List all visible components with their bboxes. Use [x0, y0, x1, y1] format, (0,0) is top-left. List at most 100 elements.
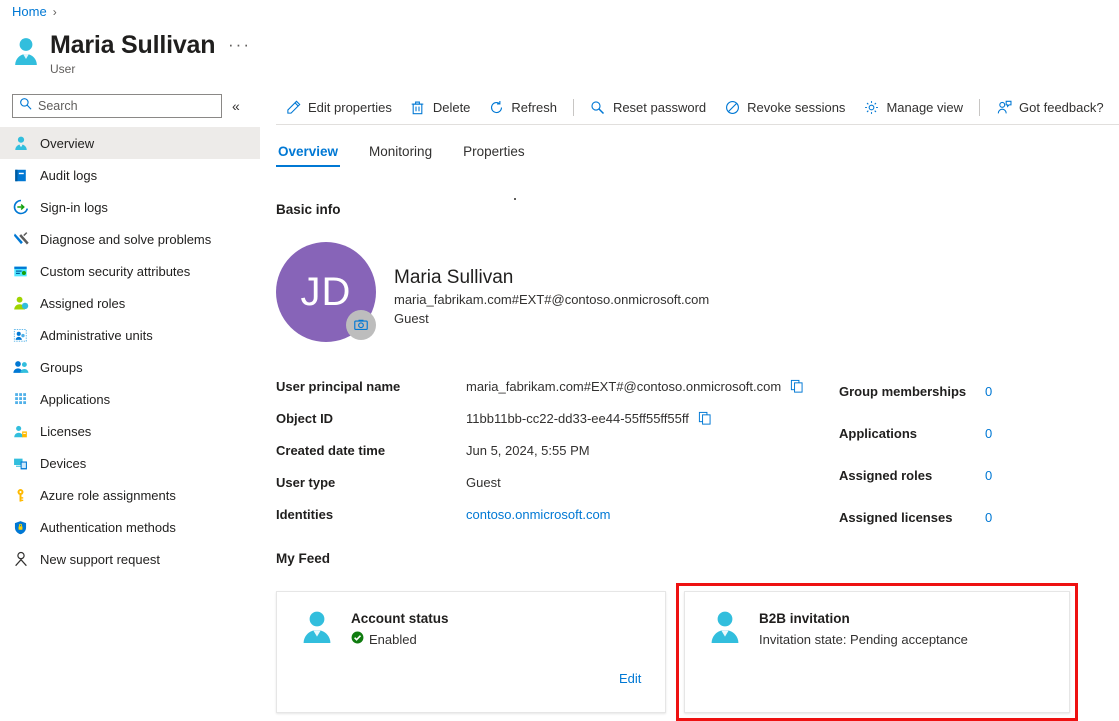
count-row: Applications 0: [839, 412, 992, 454]
property-label: Created date time: [276, 443, 466, 458]
copy-icon[interactable]: [698, 411, 712, 425]
reset-password-button[interactable]: Reset password: [581, 94, 715, 120]
command-label: Edit properties: [308, 100, 392, 115]
count-value[interactable]: 0: [985, 510, 992, 525]
command-separator: [573, 99, 574, 116]
applications-grid-icon: [12, 391, 29, 408]
person-icon: [707, 609, 743, 645]
page-title-block: Maria Sullivan User: [12, 30, 215, 77]
sidebar-item-overview[interactable]: Overview: [0, 127, 260, 159]
avatar: JD: [276, 242, 376, 342]
property-label: User type: [276, 475, 466, 490]
sidebar-item-custom-security-attributes[interactable]: Custom security attributes: [0, 255, 260, 287]
command-label: Delete: [433, 100, 471, 115]
related-counts: Group memberships 0 Applications 0 Assig…: [839, 370, 992, 538]
search-input[interactable]: [38, 99, 215, 113]
got-feedback-button[interactable]: Got feedback?: [987, 94, 1113, 120]
breadcrumb-separator-icon: ›: [53, 5, 57, 19]
command-label: Manage view: [886, 100, 963, 115]
sidebar-item-label: Custom security attributes: [40, 264, 190, 279]
sidebar-item-authentication-methods[interactable]: Authentication methods: [0, 511, 260, 543]
attributes-icon: [12, 263, 29, 280]
property-row: Created date time Jun 5, 2024, 5:55 PM: [276, 434, 804, 466]
command-label: Refresh: [511, 100, 557, 115]
edit-properties-button[interactable]: Edit properties: [276, 94, 401, 120]
card-status: Enabled: [351, 629, 449, 650]
copy-icon[interactable]: [790, 379, 804, 393]
sidebar-item-administrative-units[interactable]: Administrative units: [0, 319, 260, 351]
count-label: Group memberships: [839, 384, 985, 399]
edit-link[interactable]: Edit: [619, 671, 641, 686]
manage-view-button[interactable]: Manage view: [854, 94, 972, 120]
delete-button[interactable]: Delete: [401, 94, 480, 120]
refresh-icon: [488, 99, 504, 115]
property-value-text: 11bb11bb-cc22-dd33-ee44-55ff55ff55ff: [466, 411, 689, 426]
revoke-sessions-button[interactable]: Revoke sessions: [715, 94, 854, 120]
user-avatar-icon: [12, 36, 40, 66]
sidebar-item-new-support-request[interactable]: New support request: [0, 543, 260, 575]
card-status-text: Enabled: [369, 629, 417, 650]
user-icon: [12, 135, 29, 152]
property-row: User principal name maria_fabrikam.com#E…: [276, 370, 804, 402]
basic-info-properties: User principal name maria_fabrikam.com#E…: [276, 370, 804, 530]
decorative-dot: [514, 198, 516, 200]
sidebar-item-label: Overview: [40, 136, 94, 151]
search-box[interactable]: [12, 94, 222, 118]
sidebar-item-label: Diagnose and solve problems: [40, 232, 211, 247]
card-status: Invitation state: Pending acceptance: [759, 629, 968, 650]
sidebar-item-label: Sign-in logs: [40, 200, 108, 215]
property-row: Identities contoso.onmicrosoft.com: [276, 498, 804, 530]
count-value[interactable]: 0: [985, 426, 992, 441]
page-subtitle: User: [50, 61, 215, 77]
sidebar-item-label: Assigned roles: [40, 296, 125, 311]
sidebar-item-label: Devices: [40, 456, 86, 471]
b2b-invitation-card[interactable]: B2B invitation Invitation state: Pending…: [684, 591, 1070, 713]
sidebar-item-diagnose-and-solve-problems[interactable]: Diagnose and solve problems: [0, 223, 260, 255]
count-row: Assigned licenses 0: [839, 496, 992, 538]
count-label: Assigned roles: [839, 468, 985, 483]
tab-monitoring[interactable]: Monitoring: [367, 140, 434, 167]
sidebar-item-devices[interactable]: Devices: [0, 447, 260, 479]
property-label: Object ID: [276, 411, 466, 426]
pencil-icon: [285, 99, 301, 115]
camera-icon[interactable]: [346, 310, 376, 340]
sidebar-item-groups[interactable]: Groups: [0, 351, 260, 383]
sidebar-item-applications[interactable]: Applications: [0, 383, 260, 415]
assigned-roles-icon: [12, 295, 29, 312]
property-value-text: Guest: [466, 475, 501, 490]
identities-link[interactable]: contoso.onmicrosoft.com: [466, 507, 611, 522]
page-title: Maria Sullivan: [50, 30, 215, 60]
account-status-card[interactable]: Account status Enabled Edit: [276, 591, 666, 713]
breadcrumb-home[interactable]: Home: [12, 4, 47, 19]
refresh-button[interactable]: Refresh: [479, 94, 566, 120]
collapse-sidebar-button[interactable]: «: [232, 99, 240, 113]
sidebar-item-licenses[interactable]: Licenses: [0, 415, 260, 447]
sign-in-icon: [12, 199, 29, 216]
sidebar-item-sign-in-logs[interactable]: Sign-in logs: [0, 191, 260, 223]
count-value[interactable]: 0: [985, 468, 992, 483]
feedback-icon: [996, 99, 1012, 115]
block-icon: [724, 99, 740, 115]
identity-name: Maria Sullivan: [394, 265, 709, 290]
key-icon: [12, 487, 29, 504]
sidebar-item-azure-role-assignments[interactable]: Azure role assignments: [0, 479, 260, 511]
trash-icon: [410, 99, 426, 115]
user-overview-page: Home › Maria Sullivan User ···: [0, 0, 1119, 721]
more-options-button[interactable]: ···: [228, 40, 251, 50]
person-icon: [299, 609, 335, 645]
property-value-text: Jun 5, 2024, 5:55 PM: [466, 443, 590, 458]
sidebar-item-audit-logs[interactable]: Audit logs: [0, 159, 260, 191]
count-value[interactable]: 0: [985, 384, 992, 399]
tab-overview[interactable]: Overview: [276, 140, 340, 167]
sidebar-item-label: New support request: [40, 552, 160, 567]
identity-user-type: Guest: [394, 309, 709, 328]
command-label: Revoke sessions: [747, 100, 845, 115]
sidebar-item-assigned-roles[interactable]: Assigned roles: [0, 287, 260, 319]
command-bar-divider: [276, 124, 1119, 125]
card-title: Account status: [351, 609, 449, 629]
sidebar-item-label: Applications: [40, 392, 110, 407]
gear-icon: [863, 99, 879, 115]
command-label: Got feedback?: [1019, 100, 1104, 115]
sidebar-item-label: Authentication methods: [40, 520, 176, 535]
tab-properties[interactable]: Properties: [461, 140, 527, 167]
